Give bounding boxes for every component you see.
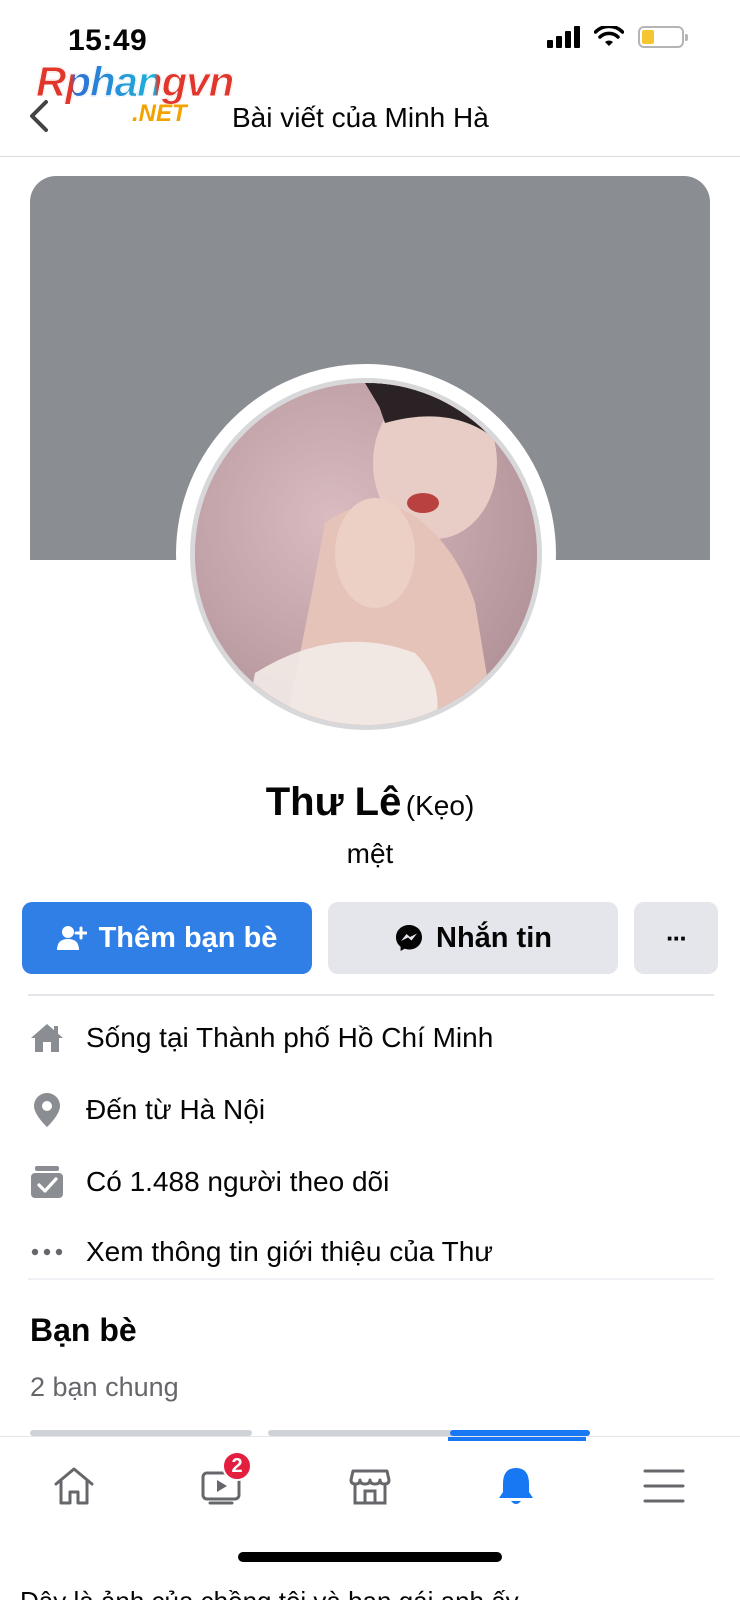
tab-notifications[interactable]	[478, 1451, 554, 1521]
more-options-button[interactable]: ···	[634, 902, 718, 974]
chevron-left-icon	[30, 100, 48, 132]
info-lives-in-text: Sống tại Thành phố Hồ Chí Minh	[86, 1022, 494, 1053]
battery-icon	[638, 26, 688, 48]
home-icon	[54, 1467, 94, 1505]
caption-text: Đây là ảnh của chồng tôi và bạn gái anh …	[20, 1586, 519, 1600]
page-title: Bài viết của Minh Hà	[232, 102, 489, 133]
status-icons	[547, 26, 688, 48]
profile-name-text: Thư Lê	[265, 780, 402, 824]
avatar	[190, 378, 542, 730]
watermark-sub: .NET	[132, 100, 187, 127]
profile-picture[interactable]	[176, 364, 556, 744]
add-friend-icon	[56, 926, 87, 950]
tab-home[interactable]	[36, 1451, 112, 1521]
mutual-friends-count[interactable]: 2 bạn chung	[30, 1372, 179, 1403]
tab-marketplace[interactable]	[332, 1451, 408, 1521]
tab-watch[interactable]: 2	[184, 1451, 260, 1521]
profile-name: Thư Lê (Kẹo)	[0, 780, 740, 825]
cellular-signal-icon	[547, 26, 580, 48]
profile-nickname: (Kẹo)	[405, 790, 475, 821]
marketplace-icon	[349, 1469, 391, 1505]
message-label: Nhắn tin	[436, 921, 552, 954]
more-dots-icon	[28, 1233, 66, 1271]
section-divider	[28, 994, 714, 996]
status-time: 15:49	[68, 24, 148, 57]
more-options-label: ···	[666, 922, 688, 953]
back-button[interactable]	[22, 96, 56, 136]
avatar-image	[195, 383, 537, 725]
notifications-icon	[499, 1468, 533, 1504]
info-followers: Có 1.488 người theo dõi	[28, 1154, 718, 1210]
see-about-info-text: Xem thông tin giới thiệu của Thư	[86, 1236, 494, 1267]
status-bar: 15:49	[0, 0, 740, 62]
info-followers-text: Có 1.488 người theo dõi	[86, 1166, 390, 1197]
tab-menu[interactable]	[626, 1451, 702, 1521]
watermark-main: Rphangvn	[35, 58, 234, 106]
profile-bio: mệt	[346, 838, 394, 869]
friends-section-title: Bạn bè	[30, 1312, 137, 1348]
section-divider	[28, 1278, 714, 1280]
menu-icon	[643, 1469, 685, 1503]
messenger-icon	[396, 925, 422, 951]
home-icon	[28, 1019, 66, 1057]
bottom-tab-bar: 2	[0, 1436, 740, 1536]
add-friend-button[interactable]: Thêm bạn bè	[22, 902, 312, 974]
see-about-info-link[interactable]: Xem thông tin giới thiệu của Thư	[28, 1224, 718, 1280]
wifi-icon	[594, 26, 624, 46]
add-friend-label: Thêm bạn bè	[98, 921, 278, 954]
watch-badge: 2	[222, 1451, 252, 1481]
info-from-text: Đến từ Hà Nội	[86, 1094, 266, 1125]
info-from: Đến từ Hà Nội	[28, 1082, 718, 1138]
followers-icon	[28, 1163, 66, 1201]
home-indicator[interactable]	[238, 1552, 502, 1562]
active-tab-indicator	[448, 1437, 586, 1441]
location-pin-icon	[28, 1091, 66, 1129]
message-button[interactable]: Nhắn tin	[328, 902, 618, 974]
header-divider	[0, 156, 740, 157]
info-lives-in: Sống tại Thành phố Hồ Chí Minh	[28, 1010, 718, 1066]
